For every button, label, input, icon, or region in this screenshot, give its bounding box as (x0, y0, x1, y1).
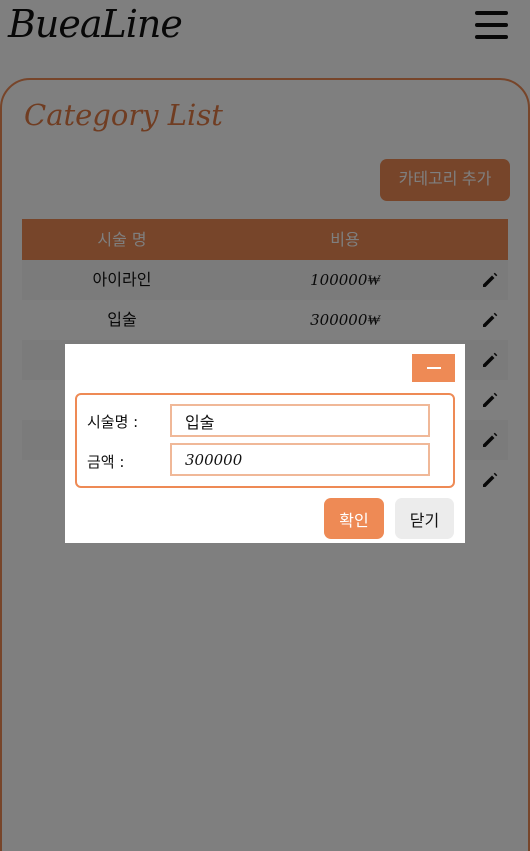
name-field[interactable] (170, 404, 430, 437)
confirm-button[interactable]: 확인 (324, 498, 384, 539)
price-label: 금액 : (87, 453, 125, 471)
minus-icon (427, 367, 441, 369)
close-button[interactable]: 닫기 (395, 498, 454, 539)
minimize-button[interactable] (412, 354, 455, 382)
edit-category-modal: 시술명 : 금액 : 확인 닫기 (65, 344, 465, 543)
name-label: 시술명 : (87, 413, 139, 431)
edit-form: 시술명 : 금액 : (75, 393, 455, 488)
price-field[interactable] (170, 443, 430, 476)
